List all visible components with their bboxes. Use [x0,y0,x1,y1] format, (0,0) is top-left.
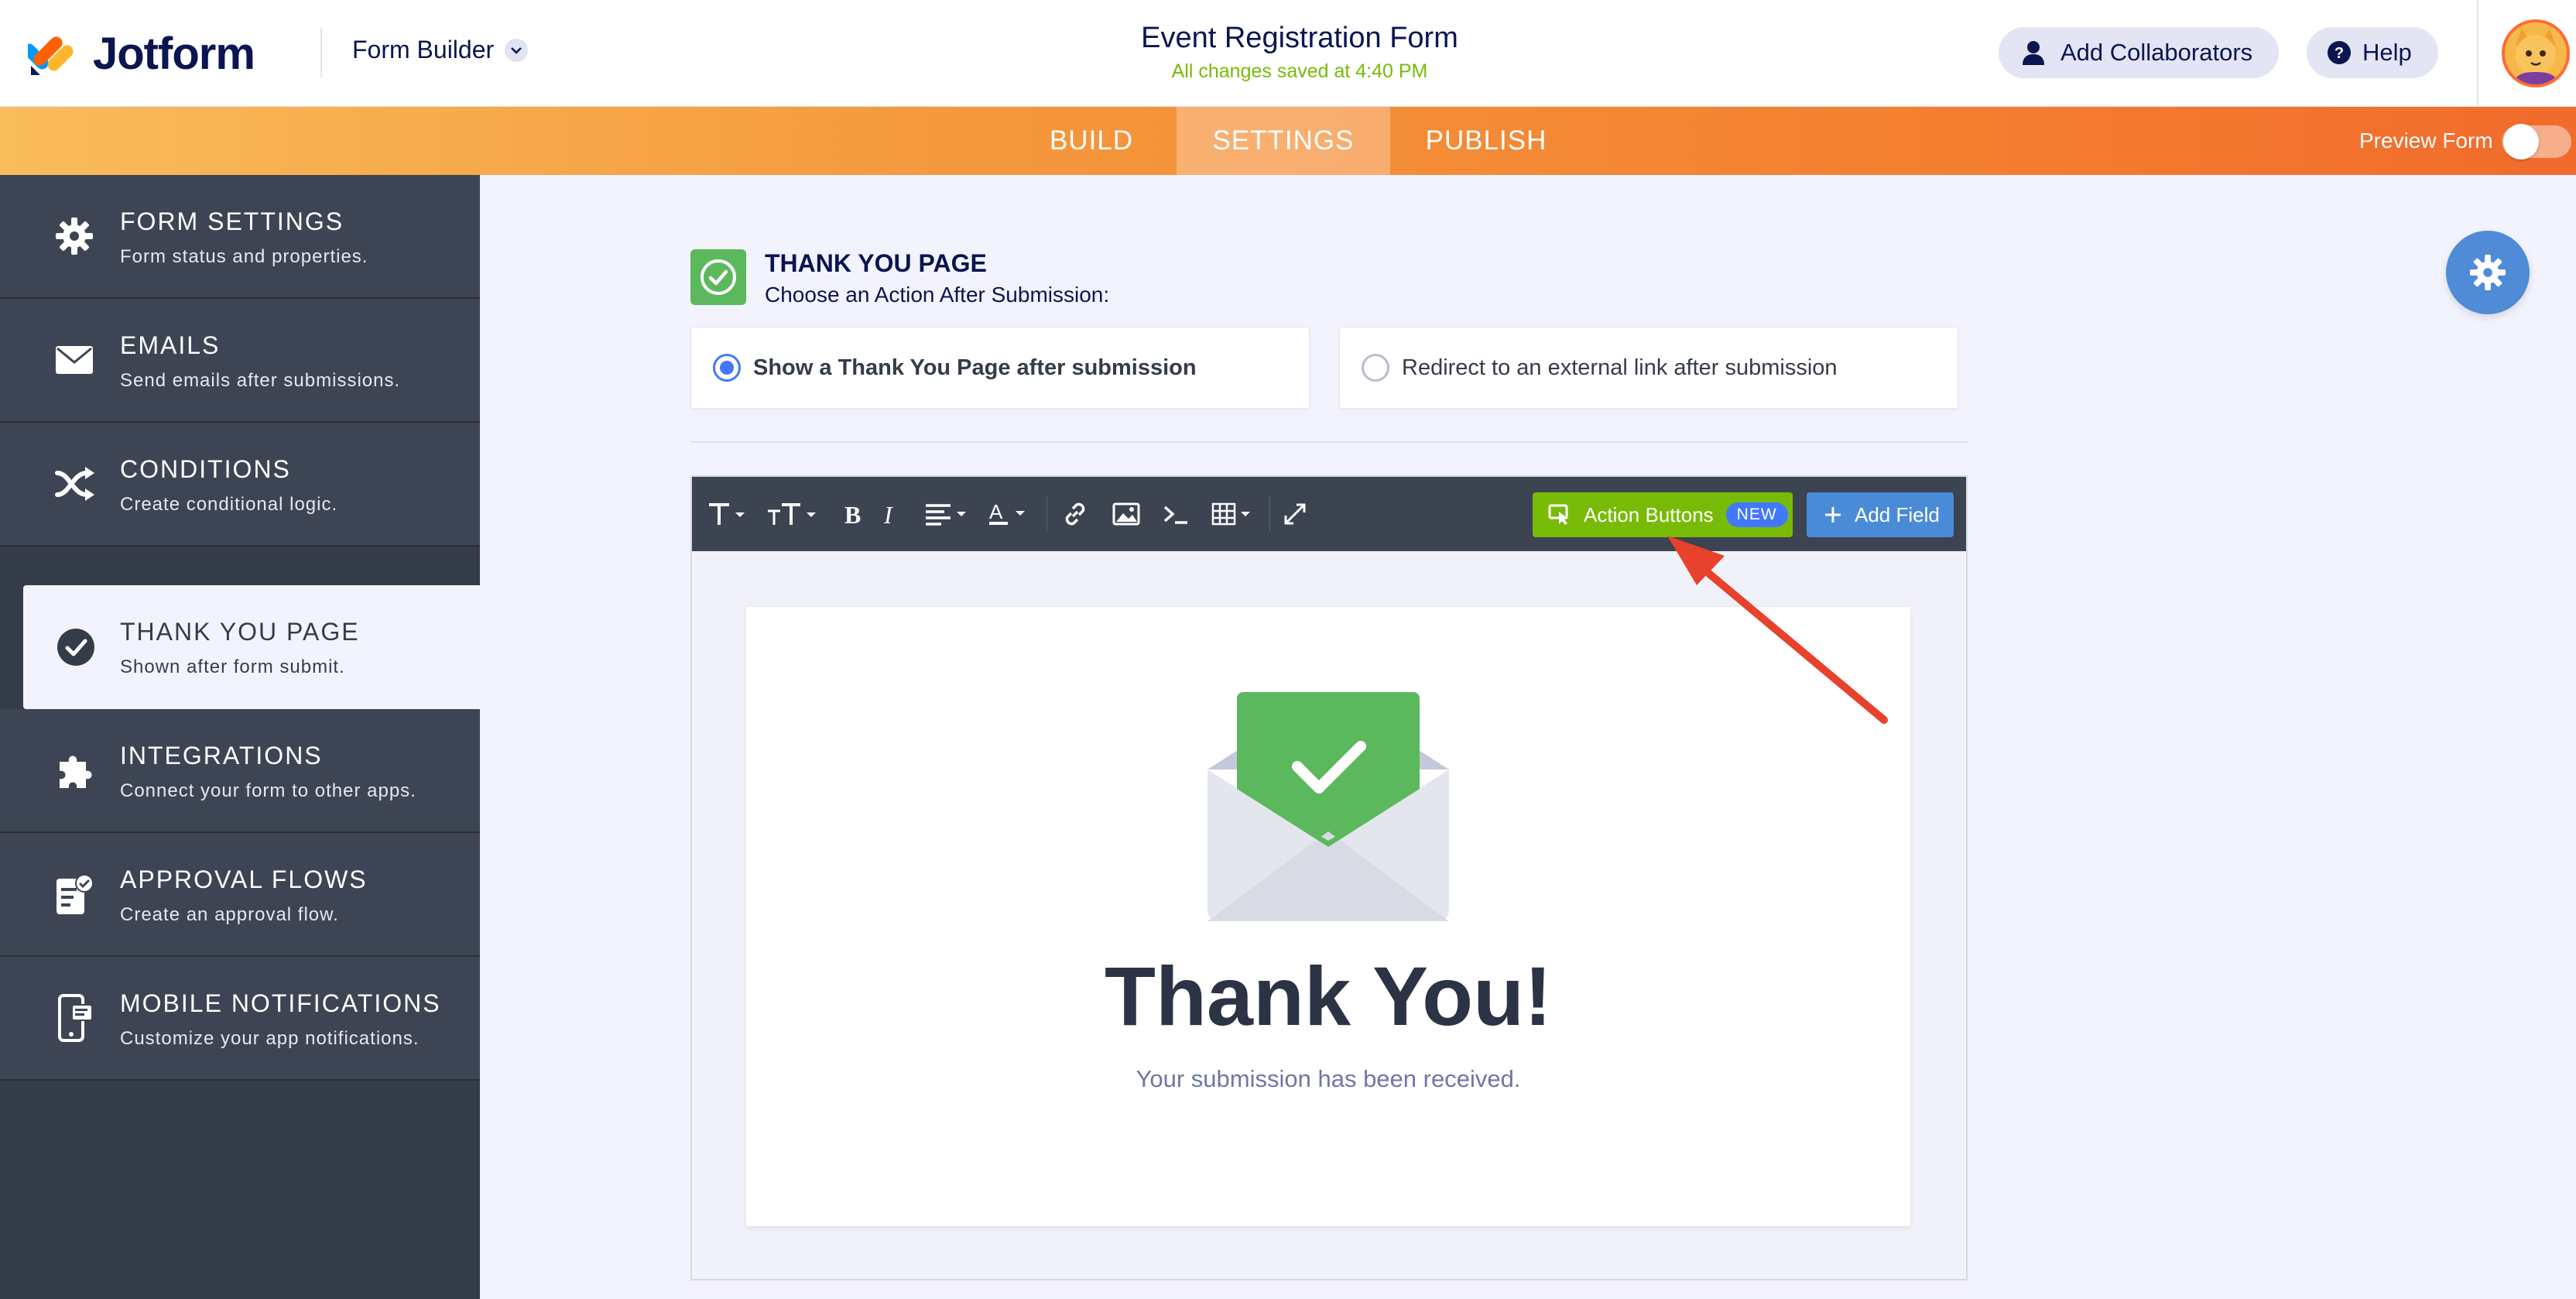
section-title: THANK YOU PAGE [765,249,987,277]
sidebar-item-subtitle: Customize your app notifications. [120,1028,420,1049]
link-icon [1065,502,1085,526]
align-tool[interactable] [923,477,974,551]
bold-tool[interactable]: B [838,477,868,551]
font-family-tool[interactable] [703,477,751,551]
thank-you-message[interactable]: Your submission has been received. [746,1065,1910,1093]
fullscreen-tool[interactable] [1277,477,1313,551]
expand-icon [1284,503,1306,525]
tab-publish[interactable]: PUBLISH [1409,107,1564,175]
sidebar-item-title: THANK YOU PAGE [120,618,360,646]
gear-icon [53,214,96,258]
table-icon [1211,502,1250,526]
sidebar-item-title: MOBILE NOTIFICATIONS [120,989,441,1017]
annotation-arrow [1641,519,1896,735]
tab-build[interactable]: BUILD [1029,107,1153,175]
radio-button-checked[interactable] [713,354,741,382]
toolbar-separator [1046,497,1047,531]
gear-icon [2469,254,2506,291]
shuffle-icon [53,462,96,506]
settings-fab-button[interactable] [2446,231,2530,314]
svg-text:B: B [844,501,861,527]
sidebar-item-mobile-notifications[interactable]: MOBILE NOTIFICATIONS Customize your app … [0,957,480,1081]
toggle-knob [2503,124,2539,159]
sidebar-item-subtitle: Shown after form submit. [120,656,345,677]
section-subtitle: Choose an Action After Submission: [765,283,1110,307]
help-button[interactable]: ? Help [2307,27,2438,78]
sidebar-item-subtitle: Send emails after submissions. [120,370,401,391]
sidebar-item-thank-you-page[interactable]: THANK YOU PAGE Shown after form submit. [23,585,480,709]
text-type-icon [709,503,745,525]
help-label: Help [2362,39,2412,66]
sidebar-item-title: INTEGRATIONS [120,742,323,769]
sidebar-item-title: APPROVAL FLOWS [120,865,368,893]
image-tool[interactable] [1108,477,1144,551]
svg-text:I: I [883,501,893,527]
puzzle-icon [53,749,96,792]
envelope-check-icon [1208,692,1449,921]
terminal-icon [1163,506,1187,524]
add-collaborators-label: Add Collaborators [2060,39,2253,66]
cursor-click-icon [1548,504,1568,525]
sidebar-item-title: EMAILS [120,331,221,359]
svg-text:?: ? [2334,45,2344,62]
header-divider-right [2477,0,2478,107]
sidebar-item-emails[interactable]: EMAILS Send emails after submissions. [0,299,480,423]
check-circle-icon [54,626,98,669]
code-tool[interactable] [1158,477,1194,551]
svg-text:A: A [989,500,1003,523]
text-color-tool[interactable]: A [986,477,1037,551]
thank-you-check-icon [690,249,746,305]
sidebar-item-subtitle: Create conditional logic. [120,494,338,515]
table-tool[interactable] [1209,477,1260,551]
image-icon [1112,502,1140,526]
divider [690,441,1968,443]
sidebar-item-subtitle: Create an approval flow. [120,904,339,925]
align-left-icon [926,504,966,526]
preview-form-label: Preview Form [2359,129,2493,153]
sidebar-item-form-settings[interactable]: FORM SETTINGS Form status and properties… [0,175,480,299]
approval-doc-icon [53,872,96,916]
bold-icon: B [844,501,861,527]
option-label: Redirect to an external link after submi… [1402,355,1838,380]
avatar[interactable] [2502,19,2570,87]
tab-settings[interactable]: SETTINGS [1177,107,1390,175]
sidebar-item-approval-flows[interactable]: APPROVAL FLOWS Create an approval flow. [0,833,480,957]
preview-form-toggle[interactable] [2502,124,2571,159]
sidebar-item-title: CONDITIONS [120,455,291,483]
envelope-icon [53,338,96,382]
thank-you-heading[interactable]: Thank You! [746,948,1910,1044]
add-collaborators-button[interactable]: Add Collaborators [1999,27,2279,78]
link-tool[interactable] [1057,477,1093,551]
italic-tool[interactable]: I [875,477,906,551]
option-show-thank-you-page[interactable]: Show a Thank You Page after submission [690,327,1310,409]
sidebar-item-conditions[interactable]: CONDITIONS Create conditional logic. [0,423,480,547]
app-header: Jotform Form Builder Event Registration … [0,0,2576,107]
option-label: Show a Thank You Page after submission [753,355,1197,380]
sidebar-item-integrations[interactable]: INTEGRATIONS Connect your form to other … [0,709,480,833]
option-redirect-external-link[interactable]: Redirect to an external link after submi… [1339,327,1958,409]
top-nav: BUILD SETTINGS PUBLISH Preview Form [0,107,2576,175]
text-size-icon [768,503,816,525]
user-icon [2023,41,2044,65]
italic-icon: I [883,501,893,527]
sidebar-item-subtitle: Form status and properties. [120,246,368,267]
sidebar-item-subtitle: Connect your form to other apps. [120,780,416,801]
radio-button[interactable] [1362,354,1389,382]
font-size-tool[interactable] [765,477,822,551]
sidebar-item-title: FORM SETTINGS [120,207,344,235]
mobile-notification-icon [53,994,96,1042]
settings-sidebar: FORM SETTINGS Form status and properties… [0,175,480,1299]
question-circle-icon: ? [2328,41,2351,64]
toolbar-separator [1269,497,1270,531]
text-color-icon: A [989,500,1025,525]
